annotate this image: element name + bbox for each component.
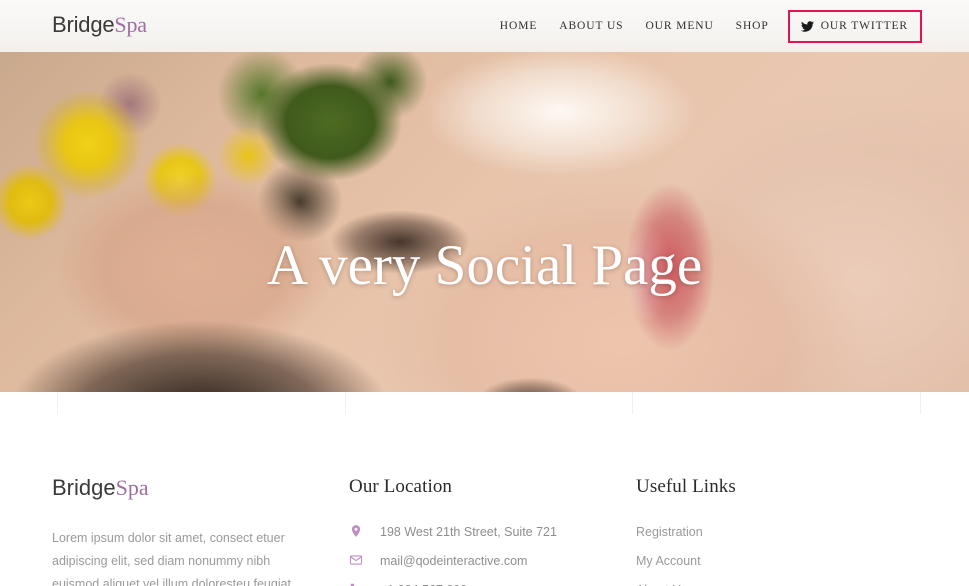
envelope-icon xyxy=(349,553,365,569)
footer-column-brand: BridgeSpa Lorem ipsum dolor sit amet, co… xyxy=(52,477,349,586)
footer-logo-accent-text: Spa xyxy=(115,475,149,500)
nav-item-our-menu[interactable]: OUR MENU xyxy=(634,14,724,38)
list-item: Registration xyxy=(636,524,922,540)
page-root: BridgeSpa HOME ABOUT US OUR MENU SHOP OU… xyxy=(0,0,969,586)
link-registration[interactable]: Registration xyxy=(636,524,922,540)
link-about-us[interactable]: About Us xyxy=(636,582,922,586)
column-divider-2 xyxy=(345,392,346,414)
link-my-account[interactable]: My Account xyxy=(636,553,922,569)
site-logo[interactable]: BridgeSpa xyxy=(52,14,147,38)
hero-banner: A very Social Page xyxy=(0,52,969,392)
footer-logo-primary-text: Bridge xyxy=(52,475,116,500)
contact-phone-text: +1 234 567 890 xyxy=(380,582,467,586)
column-divider-4 xyxy=(920,392,921,414)
contact-row-address: 198 West 21th Street, Suite 721 xyxy=(349,524,636,540)
contact-list: 198 West 21th Street, Suite 721 mail@qod… xyxy=(349,524,636,586)
footer-location-heading: Our Location xyxy=(349,476,453,497)
contact-row-phone: +1 234 567 890 xyxy=(349,582,636,586)
list-item: About Us xyxy=(636,582,922,586)
site-footer: BridgeSpa Lorem ipsum dolor sit amet, co… xyxy=(0,414,969,586)
map-pin-icon xyxy=(349,524,365,540)
nav-item-shop[interactable]: SHOP xyxy=(725,14,780,38)
footer-description: Lorem ipsum dolor sit amet, consect etue… xyxy=(52,531,292,586)
contact-row-email: mail@qodeinteractive.com xyxy=(349,553,636,569)
footer-logo[interactable]: BridgeSpa xyxy=(52,477,349,499)
phone-icon xyxy=(349,582,365,586)
site-header: BridgeSpa HOME ABOUT US OUR MENU SHOP OU… xyxy=(0,0,969,52)
contact-email-text: mail@qodeinteractive.com xyxy=(380,554,528,568)
nav-item-home[interactable]: HOME xyxy=(489,14,548,38)
column-divider-3 xyxy=(632,392,633,414)
nav-item-about-us[interactable]: ABOUT US xyxy=(548,14,634,38)
twitter-icon xyxy=(800,20,814,33)
column-divider-1 xyxy=(57,392,58,414)
nav-item-our-twitter-label: OUR TWITTER xyxy=(820,20,908,32)
logo-accent-text: Spa xyxy=(114,12,147,37)
useful-links-list: Registration My Account About Us xyxy=(636,524,922,586)
footer-columns: BridgeSpa Lorem ipsum dolor sit amet, co… xyxy=(52,477,922,586)
footer-links-heading: Useful Links xyxy=(636,476,736,497)
main-navigation: HOME ABOUT US OUR MENU SHOP OUR TWITTER xyxy=(489,9,922,43)
contact-address-text: 198 West 21th Street, Suite 721 xyxy=(380,525,557,539)
nav-item-our-twitter[interactable]: OUR TWITTER xyxy=(787,9,922,43)
footer-column-location: Our Location 198 West 21th Street, Suite… xyxy=(349,477,636,586)
hero-title: A very Social Page xyxy=(266,234,703,297)
logo-primary-text: Bridge xyxy=(52,12,115,37)
list-item: My Account xyxy=(636,553,922,569)
footer-column-links: Useful Links Registration My Account Abo… xyxy=(636,477,922,586)
hero-background-image xyxy=(0,52,969,392)
column-divider-band xyxy=(0,392,969,414)
